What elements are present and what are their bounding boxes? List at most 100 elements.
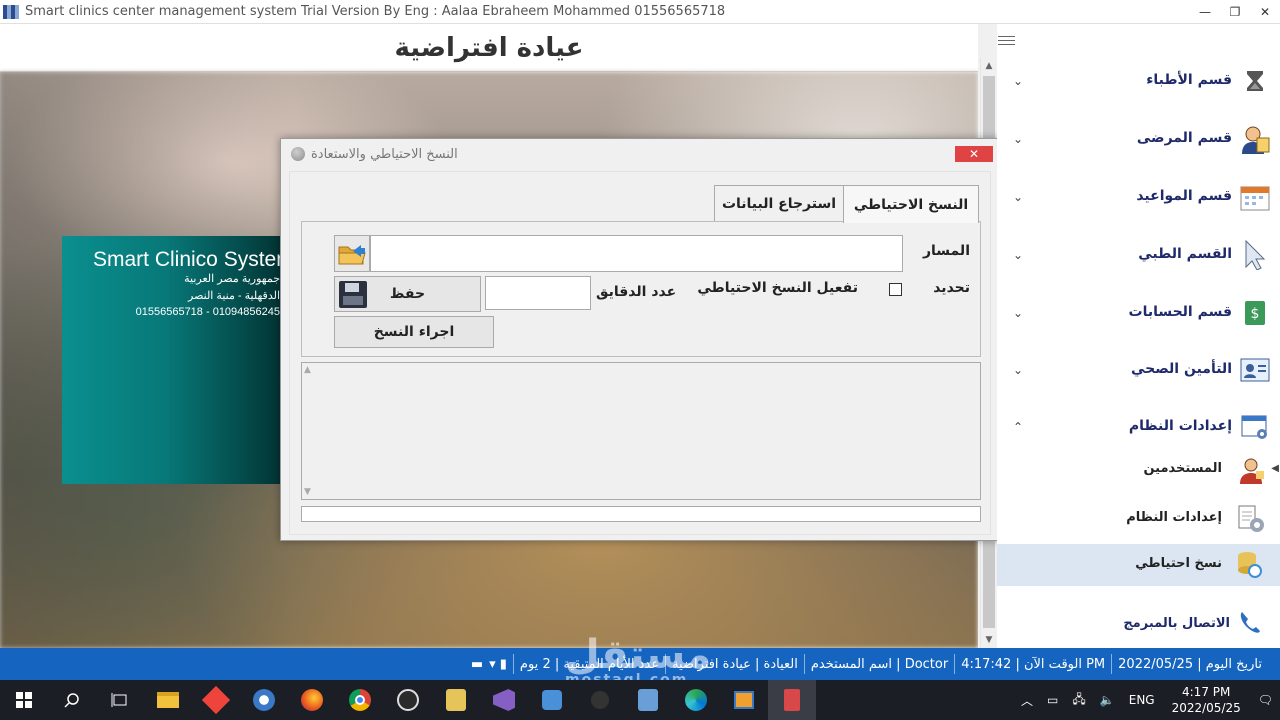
sql-tool-icon[interactable] bbox=[432, 680, 480, 720]
doctor-app-icon[interactable] bbox=[624, 680, 672, 720]
anydesk-icon[interactable] bbox=[192, 680, 240, 720]
sidebar-item-insurance[interactable]: ⌄ التأمين الصحي bbox=[997, 343, 1280, 399]
chevron-down-icon: ⌄ bbox=[1013, 306, 1024, 320]
chevron-up-icon[interactable]: ︿ bbox=[1014, 692, 1040, 709]
sidebar-item-system-settings[interactable]: ⌃ إعدادات النظام bbox=[997, 400, 1280, 456]
run-backup-button[interactable]: اجراء النسخ bbox=[334, 316, 494, 348]
sidebar-subitem-label: نسخ احتياطي bbox=[1135, 556, 1222, 571]
window-title: Smart clinics center management system T… bbox=[25, 4, 726, 19]
card-phones: 01556565718 - 01094856245 bbox=[135, 306, 280, 318]
clock[interactable]: 4:17 PM 2022/05/25 bbox=[1162, 684, 1251, 716]
network-icon[interactable]: 🖧 bbox=[1065, 690, 1092, 711]
app-shield-icon[interactable] bbox=[528, 680, 576, 720]
log-scrollbar[interactable]: ▲ ▼ bbox=[304, 365, 318, 497]
dialog-title: النسخ الاحتياطي والاستعادة bbox=[311, 147, 458, 162]
browse-folder-button[interactable] bbox=[334, 235, 370, 272]
save-button[interactable]: حفظ bbox=[334, 276, 481, 312]
status-date: تاريخ اليوم | 2022/05/25 bbox=[1111, 654, 1268, 674]
sidebar-subitem-backup[interactable]: نسخ احتياطي bbox=[997, 544, 1280, 586]
backup-panel: المسار تحديد تفعيل النسخ الاحتياطي عدد ا… bbox=[301, 221, 981, 357]
chrome-icon[interactable] bbox=[336, 680, 384, 720]
scroll-down-icon[interactable]: ▼ bbox=[304, 487, 311, 497]
backup-dialog: النسخ الاحتياطي والاستعادة ✕ النسخ الاحت… bbox=[280, 138, 1000, 541]
menu-icon[interactable] bbox=[998, 36, 1018, 50]
file-explorer-icon[interactable] bbox=[144, 680, 192, 720]
status-user: اسم المستخدم | Doctor bbox=[803, 654, 954, 674]
windows-icon bbox=[16, 692, 32, 708]
users-icon bbox=[1236, 455, 1266, 485]
app-generic-icon[interactable] bbox=[576, 680, 624, 720]
path-label: المسار bbox=[922, 243, 970, 259]
save-button-label: حفظ bbox=[389, 286, 426, 302]
sidebar-item-appointments[interactable]: ⌄ قسم المواعيد bbox=[997, 170, 1280, 226]
hourglass-icon bbox=[1240, 66, 1270, 96]
scroll-up-icon[interactable]: ▲ bbox=[981, 58, 997, 74]
language-indicator[interactable]: ENG bbox=[1122, 693, 1162, 707]
sidebar-subitem-system-settings[interactable]: إعدادات النظام bbox=[997, 498, 1280, 542]
app-icon bbox=[3, 4, 19, 19]
sidebar-subitem-users[interactable]: المستخدمين ◀ bbox=[997, 449, 1280, 493]
app-globe-icon[interactable] bbox=[240, 680, 288, 720]
chevron-down-icon: ⌄ bbox=[1013, 248, 1024, 262]
tab-restore[interactable]: استرجاع البيانات bbox=[714, 185, 844, 222]
task-view-button[interactable] bbox=[96, 680, 144, 720]
clinic-name: عيادة افتراضية bbox=[394, 32, 584, 63]
sidebar-item-label: إعدادات النظام bbox=[1128, 418, 1232, 434]
card-address: الدقهلية - منية النصر bbox=[188, 290, 280, 302]
clock-time: 4:17 PM bbox=[1182, 685, 1231, 699]
dialog-close-button[interactable]: ✕ bbox=[955, 146, 993, 162]
volume-icon[interactable]: 🔈 bbox=[1093, 693, 1122, 707]
id-card-icon bbox=[1240, 355, 1270, 385]
scroll-up-icon[interactable]: ▲ bbox=[304, 365, 318, 375]
sidebar-item-patients[interactable]: ⌄ قسم المرضى bbox=[997, 112, 1280, 168]
chevron-down-icon: ⌄ bbox=[1013, 190, 1024, 204]
scroll-down-icon[interactable]: ▼ bbox=[981, 632, 997, 648]
chevron-down-icon: ⌄ bbox=[1013, 132, 1024, 146]
settings-window-icon bbox=[1240, 412, 1270, 442]
sidebar-item-doctors[interactable]: ⌄ قسم الأطباء bbox=[997, 54, 1280, 110]
close-window-button[interactable]: ✕ bbox=[1250, 0, 1280, 24]
phone-icon bbox=[1238, 610, 1268, 640]
clinic-header: عيادة افتراضية bbox=[0, 24, 978, 72]
folder-open-icon bbox=[338, 244, 366, 264]
dialog-body: النسخ الاحتياطي استرجاع البيانات المسار … bbox=[289, 171, 991, 535]
sidebar-item-label: الاتصال بالمبرمج bbox=[1123, 616, 1230, 631]
firefox-icon[interactable] bbox=[288, 680, 336, 720]
gear-doc-icon bbox=[1236, 504, 1266, 534]
chevron-down-icon: ⌄ bbox=[1013, 74, 1024, 88]
clinic-app-icon[interactable] bbox=[768, 680, 816, 720]
window-list-icon[interactable]: ▬ bbox=[471, 657, 483, 672]
sidebar-item-accounts[interactable]: ⌄ قسم الحسابات $ bbox=[997, 286, 1280, 342]
notifications-icon[interactable]: 🗨 bbox=[1251, 693, 1280, 707]
obs-icon[interactable] bbox=[384, 680, 432, 720]
start-button[interactable] bbox=[0, 680, 48, 720]
business-card: Smart Clinico System جمهورية مصر العربية… bbox=[62, 236, 292, 484]
tab-backup[interactable]: النسخ الاحتياطي bbox=[843, 185, 979, 223]
sidebar-item-contact[interactable]: الاتصال بالمبرمج bbox=[997, 604, 1280, 648]
sidebar-item-label: قسم الأطباء bbox=[1146, 72, 1232, 88]
visual-studio-icon[interactable] bbox=[480, 680, 528, 720]
auto-backup-label: تفعيل النسخ الاحتياطي bbox=[697, 280, 858, 296]
sidebar-item-medical[interactable]: ⌄ القسم الطبي bbox=[997, 228, 1280, 284]
minutes-label: عدد الدقايق bbox=[596, 284, 677, 300]
backup-log[interactable]: ▲ ▼ bbox=[301, 362, 981, 500]
minutes-input[interactable] bbox=[485, 276, 591, 310]
battery-icon[interactable]: ▭ bbox=[1040, 693, 1065, 707]
edge-icon[interactable] bbox=[672, 680, 720, 720]
restore-button[interactable]: ❐ bbox=[1220, 0, 1250, 24]
calendar-icon bbox=[1240, 182, 1270, 212]
sidebar-subitem-label: المستخدمين bbox=[1143, 461, 1222, 476]
dropdown-icon[interactable]: ▾ ▮ bbox=[489, 657, 507, 672]
system-tray: ︿ ▭ 🖧 🔈 ENG 4:17 PM 2022/05/25 🗨 bbox=[1014, 680, 1280, 720]
sidebar-item-label: التأمين الصحي bbox=[1131, 361, 1232, 377]
sidebar-subitem-label: إعدادات النظام bbox=[1126, 510, 1222, 525]
path-input[interactable] bbox=[370, 235, 903, 272]
window-titlebar: Smart clinics center management system T… bbox=[0, 0, 1280, 24]
auto-backup-checkbox[interactable] bbox=[889, 283, 902, 296]
chevron-down-icon: ⌄ bbox=[1013, 363, 1024, 377]
money-icon: $ bbox=[1240, 298, 1270, 328]
app-window-icon[interactable] bbox=[720, 680, 768, 720]
status-time: الوقت الآن | 4:17:42 PM bbox=[954, 654, 1111, 674]
search-button[interactable] bbox=[48, 680, 96, 720]
minimize-button[interactable]: — bbox=[1190, 0, 1220, 24]
